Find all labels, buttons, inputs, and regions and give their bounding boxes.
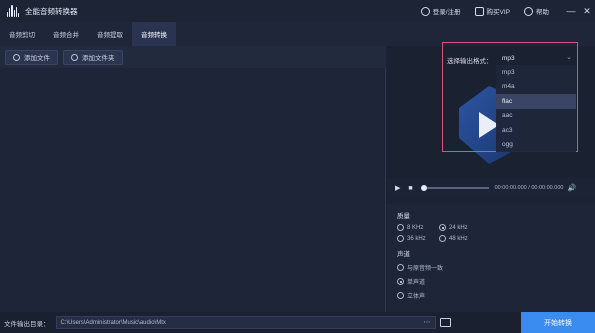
help-label: 帮助 bbox=[536, 9, 549, 16]
vip-icon bbox=[474, 6, 484, 16]
format-selected-value: mp3 bbox=[502, 54, 515, 62]
close-icon[interactable]: ✕ bbox=[579, 0, 595, 22]
option-label: 24 kHz bbox=[449, 224, 468, 231]
tab-audio-cut[interactable]: 音频剪切 bbox=[0, 22, 44, 46]
option-label: 36 kHz bbox=[407, 235, 426, 242]
radio-icon bbox=[397, 292, 404, 299]
format-select[interactable]: mp3 ⌄ bbox=[496, 51, 576, 65]
format-options-list: mp3 m4a flac aac ac3 ogg bbox=[496, 65, 576, 152]
plus-icon bbox=[13, 53, 20, 61]
format-option[interactable]: m4a bbox=[496, 80, 576, 95]
minimize-icon[interactable]: — bbox=[563, 0, 579, 22]
progress-handle[interactable] bbox=[420, 185, 427, 191]
format-dropdown-highlight: 选择输出格式： mp3 ⌄ mp3 m4a flac aac ac3 ogg bbox=[442, 42, 578, 152]
format-label: 选择输出格式： bbox=[447, 58, 493, 65]
time-readout: 00:00:00.000 / 00:00:00.000 bbox=[494, 185, 564, 191]
quality-option-8khz[interactable]: 8 KHz bbox=[397, 224, 439, 231]
option-label: 8 KHz bbox=[407, 224, 424, 231]
output-path-field[interactable]: C:\Users\Administrator\Music\audio\Mtx ⋯ bbox=[55, 316, 436, 329]
channel-option-mono[interactable]: 单声道 bbox=[397, 277, 595, 286]
option-label: 立体声 bbox=[407, 294, 426, 300]
quality-option-24khz[interactable]: 24 kHz bbox=[439, 224, 481, 231]
output-path-value: C:\Users\Administrator\Music\audio\Mtx bbox=[60, 319, 166, 326]
option-label: 单声道 bbox=[407, 280, 426, 286]
chevron-down-icon: ⌄ bbox=[566, 54, 572, 61]
stop-icon[interactable]: ■ bbox=[408, 185, 412, 192]
radio-checked-icon bbox=[439, 224, 446, 231]
app-logo-icon bbox=[7, 5, 20, 17]
bottom-bar: 文件输出目录： C:\Users\Administrator\Music\aud… bbox=[0, 312, 595, 333]
start-convert-button[interactable]: 开始转换 bbox=[521, 312, 595, 333]
tab-audio-convert[interactable]: 音频转换 bbox=[132, 22, 176, 46]
quality-option-36khz[interactable]: 36 kHz bbox=[397, 235, 439, 242]
settings-panel: 质量 8 KHz 24 kHz 36 kHz 48 kHz 声道 与原音频一致 … bbox=[387, 204, 595, 312]
radio-icon bbox=[397, 224, 404, 231]
output-dir-label: 文件输出目录： bbox=[4, 320, 50, 328]
tab-audio-merge[interactable]: 音频合并 bbox=[44, 22, 88, 46]
quality-label: 质量 bbox=[397, 213, 410, 220]
folder-plus-icon bbox=[71, 53, 78, 61]
help-button[interactable]: 帮助 bbox=[524, 6, 549, 16]
format-option[interactable]: aac bbox=[496, 109, 576, 124]
add-folder-button[interactable]: 添加文件夹 bbox=[63, 49, 123, 65]
radio-icon bbox=[439, 235, 446, 242]
format-option[interactable]: mp3 bbox=[496, 65, 576, 80]
browse-more-icon[interactable]: ⋯ bbox=[424, 318, 431, 326]
vip-label: 购买VIP bbox=[486, 9, 510, 16]
channel-option-stereo[interactable]: 立体声 bbox=[397, 291, 595, 300]
quality-option-48khz[interactable]: 48 kHz bbox=[439, 235, 481, 242]
file-list-area[interactable] bbox=[0, 68, 386, 312]
radio-icon bbox=[397, 235, 404, 242]
player-controls: ▶ ■ 00:00:00.000 / 00:00:00.000 🔊 bbox=[387, 178, 595, 198]
open-folder-icon[interactable] bbox=[439, 318, 451, 327]
title-bar: 全能音频转换器 登录/注册 购买VIP 帮助 — ✕ bbox=[0, 0, 595, 22]
toolbar: 添加文件 添加文件夹 bbox=[0, 46, 386, 68]
add-file-label: 添加文件 bbox=[24, 55, 50, 62]
add-file-button[interactable]: 添加文件 bbox=[5, 49, 58, 65]
option-label: 48 kHz bbox=[449, 235, 468, 242]
app-title: 全能音频转换器 bbox=[25, 6, 78, 16]
login-label: 登录/注册 bbox=[432, 9, 461, 16]
buy-vip-button[interactable]: 购买VIP bbox=[474, 6, 510, 16]
channel-option-original[interactable]: 与原音频一致 bbox=[397, 263, 595, 272]
tab-audio-extract[interactable]: 音频提取 bbox=[88, 22, 132, 46]
format-option[interactable]: flac bbox=[496, 94, 576, 109]
play-icon[interactable]: ▶ bbox=[395, 184, 400, 192]
radio-checked-icon bbox=[397, 278, 404, 285]
login-button[interactable]: 登录/注册 bbox=[420, 6, 461, 16]
help-icon bbox=[524, 6, 533, 16]
user-icon bbox=[420, 6, 430, 16]
format-option[interactable]: ogg bbox=[496, 138, 576, 153]
channel-label: 声道 bbox=[397, 251, 410, 258]
volume-icon[interactable]: 🔊 bbox=[567, 184, 576, 192]
add-folder-label: 添加文件夹 bbox=[82, 55, 115, 62]
option-label: 与原音频一致 bbox=[407, 266, 444, 272]
format-option[interactable]: ac3 bbox=[496, 123, 576, 138]
progress-slider[interactable] bbox=[420, 185, 489, 191]
radio-icon bbox=[397, 264, 404, 271]
